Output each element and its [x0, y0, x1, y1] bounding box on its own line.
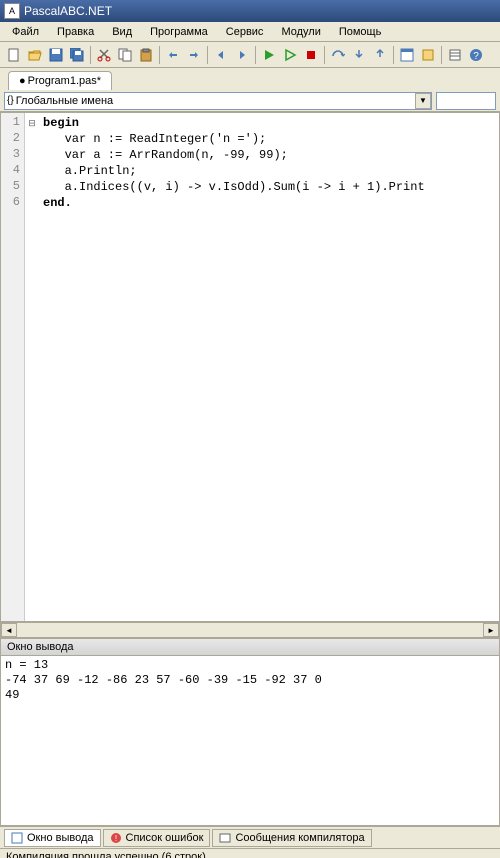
nav-back-icon[interactable] — [211, 45, 231, 65]
braces-icon: {} — [7, 95, 14, 106]
tab-errors[interactable]: ! Список ошибок — [103, 829, 211, 847]
output-line: 49 — [5, 688, 19, 702]
run-no-debug-icon[interactable] — [280, 45, 300, 65]
redo-icon[interactable] — [184, 45, 204, 65]
paste-icon[interactable] — [136, 45, 156, 65]
menu-file[interactable]: Файл — [4, 24, 47, 40]
statusbar: Компиляция прошла успешно (6 строк) — [0, 848, 500, 858]
code-line: end. — [43, 196, 72, 210]
step-over-icon[interactable] — [328, 45, 348, 65]
undo-icon[interactable] — [163, 45, 183, 65]
help-icon[interactable]: ? — [466, 45, 486, 65]
nav-forward-icon[interactable] — [232, 45, 252, 65]
fold-toggle-icon[interactable]: ⊟ — [25, 115, 39, 131]
app-icon: A — [4, 3, 20, 19]
line-number: 2 — [1, 131, 24, 147]
tab-output-label: Окно вывода — [27, 832, 94, 844]
line-number: 3 — [1, 147, 24, 163]
scroll-left-icon[interactable]: ◄ — [1, 623, 17, 637]
line-number: 1 — [1, 115, 24, 131]
step-out-icon[interactable] — [370, 45, 390, 65]
svg-text:?: ? — [473, 51, 479, 62]
menu-service[interactable]: Сервис — [218, 24, 272, 40]
toolbar-separator — [255, 46, 256, 64]
menu-edit[interactable]: Правка — [49, 24, 102, 40]
toolbar: ? — [0, 42, 500, 68]
properties-icon[interactable] — [445, 45, 465, 65]
status-text: Компиляция прошла успешно (6 строк) — [6, 851, 206, 858]
step-into-icon[interactable] — [349, 45, 369, 65]
toolbar-separator — [90, 46, 91, 64]
toolbar-separator — [393, 46, 394, 64]
toolbar-separator — [207, 46, 208, 64]
new-file-icon[interactable] — [4, 45, 24, 65]
svg-text:!: ! — [114, 834, 116, 843]
save-icon[interactable] — [46, 45, 66, 65]
stop-icon[interactable] — [301, 45, 321, 65]
line-number: 6 — [1, 195, 24, 211]
tab-label: Program1.pas* — [28, 75, 101, 87]
fold-gutter: ⊟ — [25, 113, 39, 621]
save-all-icon[interactable] — [67, 45, 87, 65]
scope-dropdown[interactable]: {} Глобальные имена ▼ — [4, 92, 432, 110]
code-line: var n := ReadInteger('n ='); — [43, 132, 266, 146]
line-gutter: 1 2 3 4 5 6 — [1, 113, 25, 621]
code-area[interactable]: begin var n := ReadInteger('n ='); var a… — [39, 113, 499, 621]
code-line: a.Println; — [43, 164, 137, 178]
horizontal-scrollbar[interactable]: ◄ ► — [0, 622, 500, 638]
compile-icon[interactable] — [418, 45, 438, 65]
toolbar-separator — [324, 46, 325, 64]
toolbar-separator — [159, 46, 160, 64]
output-line: -74 37 69 -12 -86 23 57 -60 -39 -15 -92 … — [5, 673, 322, 687]
code-line: begin — [43, 116, 79, 130]
copy-icon[interactable] — [115, 45, 135, 65]
code-line: var a := ArrRandom(n, -99, 99); — [43, 148, 288, 162]
compiler-icon — [219, 832, 231, 844]
tab-compiler[interactable]: Сообщения компилятора — [212, 829, 371, 847]
output-line: n = 13 — [5, 658, 48, 672]
form-designer-icon[interactable] — [397, 45, 417, 65]
bottom-tabs: Окно вывода ! Список ошибок Сообщения ко… — [0, 826, 500, 848]
toolbar-separator — [441, 46, 442, 64]
file-tab[interactable]: ●Program1.pas* — [8, 71, 112, 90]
menu-help[interactable]: Помощь — [331, 24, 390, 40]
menubar: Файл Правка Вид Программа Сервис Модули … — [0, 22, 500, 42]
member-dropdown[interactable] — [436, 92, 496, 110]
error-icon: ! — [110, 832, 122, 844]
output-title: Окно вывода — [7, 641, 74, 653]
code-editor: 1 2 3 4 5 6 ⊟ begin var n := ReadInteger… — [0, 112, 500, 622]
menu-modules[interactable]: Модули — [273, 24, 328, 40]
titlebar: A PascalABC.NET — [0, 0, 500, 22]
line-number: 4 — [1, 163, 24, 179]
output-icon — [11, 832, 23, 844]
window-title: PascalABC.NET — [24, 4, 112, 18]
output-panel-header: Окно вывода — [0, 638, 500, 656]
scope-label: Глобальные имена — [16, 95, 114, 107]
code-line: a.Indices((v, i) -> v.IsOdd).Sum(i -> i … — [43, 180, 425, 194]
scroll-right-icon[interactable]: ► — [483, 623, 499, 637]
tab-compiler-label: Сообщения компилятора — [235, 832, 364, 844]
chevron-down-icon[interactable]: ▼ — [415, 93, 431, 109]
tabbar: ●Program1.pas* — [0, 68, 500, 90]
menu-program[interactable]: Программа — [142, 24, 216, 40]
scope-bar: {} Глобальные имена ▼ — [0, 90, 500, 112]
line-number: 5 — [1, 179, 24, 195]
tab-errors-label: Список ошибок — [126, 832, 204, 844]
tab-dirty-icon: ● — [19, 75, 26, 87]
menu-view[interactable]: Вид — [104, 24, 140, 40]
open-file-icon[interactable] — [25, 45, 45, 65]
output-panel[interactable]: n = 13 -74 37 69 -12 -86 23 57 -60 -39 -… — [0, 656, 500, 826]
tab-output[interactable]: Окно вывода — [4, 829, 101, 847]
cut-icon[interactable] — [94, 45, 114, 65]
run-icon[interactable] — [259, 45, 279, 65]
